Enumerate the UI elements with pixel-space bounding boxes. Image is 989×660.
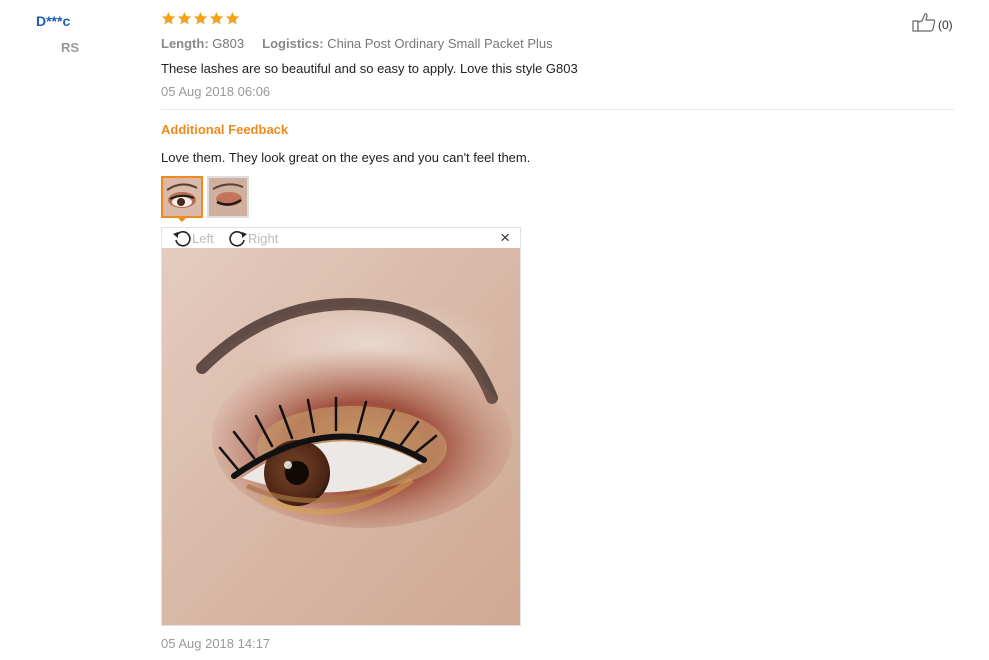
divider [161, 109, 954, 110]
rotate-left-icon [172, 229, 192, 247]
thumbs-up-icon [912, 12, 936, 37]
star-icon [209, 11, 224, 25]
additional-feedback-date: 05 Aug 2018 14:17 [161, 636, 271, 651]
review-meta: Length: G803 Logistics: China Post Ordin… [161, 36, 553, 51]
review-photo [162, 248, 520, 625]
additional-feedback-text: Love them. They look great on the eyes a… [161, 150, 531, 165]
star-icon [177, 11, 192, 25]
helpful-count: (0) [938, 17, 953, 32]
length-label: Length: [161, 36, 209, 51]
rotate-right-button[interactable]: Right [228, 229, 278, 247]
viewer-toolbar: Left Right × [162, 228, 520, 248]
review-date: 05 Aug 2018 06:06 [161, 84, 271, 99]
logistics-value: China Post Ordinary Small Packet Plus [327, 36, 553, 51]
reviewer-name[interactable]: D***c [36, 13, 70, 29]
close-icon[interactable]: × [500, 229, 510, 247]
star-icon [225, 11, 240, 25]
image-viewer: Left Right × [161, 227, 521, 626]
review-text: These lashes are so beautiful and so eas… [161, 61, 578, 76]
star-icon [161, 11, 176, 25]
rotate-left-label: Left [192, 230, 214, 246]
thumbnail-pointer [176, 216, 188, 222]
star-rating [161, 11, 240, 26]
photo-thumbnail[interactable] [207, 176, 249, 218]
rotate-right-icon [228, 229, 248, 247]
rotate-right-label: Right [248, 230, 279, 246]
reviewer-country: RS [61, 40, 80, 55]
photo-thumbnail[interactable] [161, 176, 203, 218]
rotate-left-button[interactable]: Left [172, 229, 214, 247]
logistics-label: Logistics: [262, 36, 324, 51]
additional-feedback-title: Additional Feedback [161, 122, 289, 137]
length-value: G803 [212, 36, 245, 51]
helpful-button[interactable]: (0) [912, 12, 953, 37]
star-icon [193, 11, 208, 25]
